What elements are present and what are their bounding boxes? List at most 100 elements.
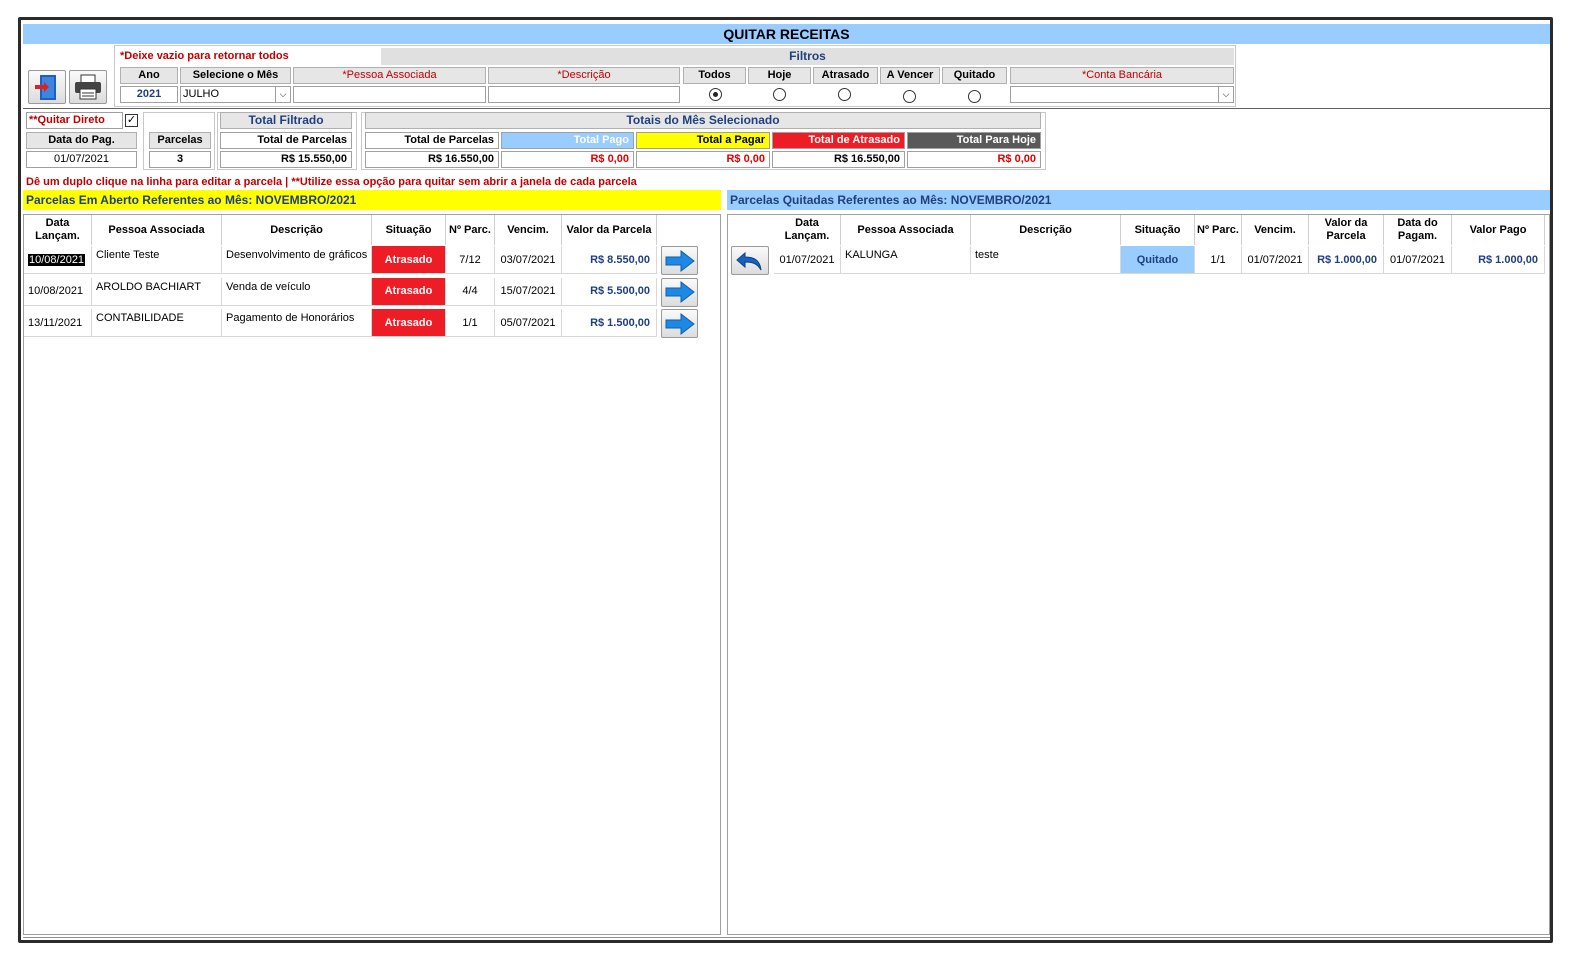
radio-atrasado[interactable]	[838, 88, 851, 101]
cell-valor_pago: R$ 1.000,00	[1452, 246, 1545, 274]
column-header[interactable]: Valor da Parcela	[562, 215, 657, 245]
column-header[interactable]: Data do Pagam.	[1384, 215, 1452, 245]
filters-group-label: Filtros	[381, 48, 1234, 65]
cell-descricao: teste	[971, 246, 1121, 274]
column-header[interactable]: Data Lançam.	[24, 215, 92, 245]
chevron-down-icon[interactable]: ⌵	[275, 87, 290, 102]
quitar-button[interactable]	[661, 277, 698, 307]
column-header[interactable]: Valor Pago	[1452, 215, 1545, 245]
radio-quitado[interactable]	[968, 90, 981, 103]
data-pag-field[interactable]: 01/07/2021	[26, 151, 137, 168]
cell-parc: 4/4	[446, 277, 495, 306]
estornar-button[interactable]	[731, 246, 769, 275]
cell-situacao: Atrasado	[372, 246, 446, 274]
divider	[23, 108, 1550, 109]
open-table: Data Lançam. Pessoa Associada Descrição Sit…	[23, 214, 721, 935]
conta-select[interactable]: ⌵	[1010, 86, 1234, 103]
cell-valor: R$ 1.500,00	[562, 309, 657, 337]
cell-vencim: 15/07/2021	[495, 277, 562, 306]
totais-mes-value: R$ 0,00	[907, 151, 1041, 168]
printer-icon	[75, 74, 101, 100]
cell-situacao: Quitado	[1121, 246, 1195, 274]
radio-label-atrasado: Atrasado	[813, 67, 878, 84]
cell-situacao: Atrasado	[372, 277, 446, 306]
totais-mes-title: Totais do Mês Selecionado	[365, 112, 1041, 129]
pessoa-field[interactable]	[293, 86, 486, 103]
cell-valor: R$ 5.500,00	[562, 277, 657, 306]
column-header[interactable]: Vencim.	[495, 215, 562, 245]
totais-mes-value: R$ 0,00	[501, 151, 634, 168]
open-section-title: Parcelas Em Aberto Referentes ao Mês: NO…	[23, 190, 721, 210]
table-row[interactable]: 10/08/2021 AROLDO BACHIART Venda de veícul…	[24, 277, 698, 307]
cell-data: 01/07/2021	[774, 246, 841, 274]
cell-descricao: Pagamento de Honorários	[222, 309, 372, 337]
cell-data_pag: 01/07/2021	[1384, 246, 1452, 274]
radio-label-todos: Todos	[683, 67, 746, 84]
cell-parc: 7/12	[446, 246, 495, 274]
print-button[interactable]	[69, 70, 107, 104]
column-header[interactable]: Vencim.	[1242, 215, 1309, 245]
filters-hint: *Deixe vazio para retornar todos	[120, 50, 289, 62]
column-header[interactable]: Pessoa Associada	[841, 215, 971, 245]
totais-mes-label: Total Para Hoje	[907, 132, 1041, 149]
divider	[23, 937, 1550, 938]
column-header[interactable]: Nº Parc.	[446, 215, 495, 245]
undo-arrow-icon	[736, 251, 762, 270]
data-pag-label: Data do Pag.	[26, 132, 137, 149]
table-row[interactable]: 10/08/2021 Cliente Teste Desenvolvimento d…	[24, 246, 698, 275]
totais-mes-value: R$ 16.550,00	[365, 151, 499, 168]
totais-mes-label: Total de Parcelas	[365, 132, 499, 149]
cell-pessoa: KALUNGA	[841, 246, 971, 274]
cell-situacao: Atrasado	[372, 309, 446, 337]
table-row[interactable]: 01/07/2021 KALUNGA teste Quitado 1/1 01/07/20…	[728, 246, 1545, 275]
cell-vencim: 03/07/2021	[495, 246, 562, 274]
radio-label-quitado: Quitado	[942, 67, 1007, 84]
quitar-button[interactable]	[661, 246, 698, 275]
column-header[interactable]: Nº Parc.	[1195, 215, 1242, 245]
radio-a-vencer[interactable]	[903, 90, 916, 103]
chevron-down-icon[interactable]: ⌵	[1218, 87, 1233, 102]
parcelas-count: 3	[149, 151, 211, 168]
column-header[interactable]: Data Lançam.	[774, 215, 841, 245]
column-header[interactable]: Valor da Parcela	[1309, 215, 1384, 245]
cell-vencim: 01/07/2021	[1242, 246, 1309, 274]
instruction-text: Dê um duplo clique na linha para editar …	[26, 176, 637, 188]
column-header[interactable]: Situação	[372, 215, 446, 245]
cell-valor: R$ 1.000,00	[1309, 246, 1384, 274]
totais-mes-label: Total Pago	[501, 132, 634, 149]
cell-pessoa: AROLDO BACHIART	[92, 277, 222, 306]
cell-pessoa: CONTABILIDADE	[92, 309, 222, 337]
arrow-right-icon	[665, 280, 695, 304]
exit-button[interactable]	[28, 70, 66, 104]
totais-mes-label: Total a Pagar	[636, 132, 770, 149]
selected-cell-text: 10/08/2021	[28, 253, 86, 266]
radio-label-a-vencer: A Vencer	[880, 67, 940, 84]
mes-select[interactable]: JULHO ⌵	[180, 86, 291, 103]
descricao-label: *Descrição	[488, 67, 680, 84]
cell-descricao: Venda de veículo	[222, 277, 372, 306]
quitar-direto-label: **Quitar Direto	[26, 112, 123, 129]
arrow-right-icon	[665, 249, 695, 272]
totais-mes-value: R$ 0,00	[636, 151, 770, 168]
parcelas-label: Parcelas	[149, 132, 211, 149]
main-window: QUITAR RECEITAS *Deixe vazio para retorn…	[18, 17, 1553, 943]
column-header[interactable]: Situação	[1121, 215, 1195, 245]
radio-todos[interactable]	[709, 88, 722, 101]
radio-hoje[interactable]	[773, 88, 786, 101]
ano-field[interactable]: 2021	[120, 86, 178, 103]
cell-descricao: Desenvolvimento de gráficos	[222, 246, 372, 274]
conta-label: *Conta Bancária	[1010, 67, 1234, 84]
paid-table: Data Lançam. Pessoa Associada Descrição Sit…	[727, 214, 1550, 935]
mes-label: Selecione o Mês	[180, 67, 291, 84]
quitar-button[interactable]	[661, 309, 698, 338]
cell-parc: 1/1	[1195, 246, 1242, 274]
quitar-direto-checkbox[interactable]: ✓	[125, 114, 138, 127]
mes-select-value: JULHO	[183, 88, 220, 100]
column-header[interactable]: Descrição	[971, 215, 1121, 245]
descricao-field[interactable]	[488, 86, 680, 103]
column-header[interactable]: Pessoa Associada	[92, 215, 222, 245]
column-header[interactable]: Descrição	[222, 215, 372, 245]
cell-valor: R$ 8.550,00	[562, 246, 657, 274]
cell-pessoa: Cliente Teste	[92, 246, 222, 274]
table-row[interactable]: 13/11/2021 CONTABILIDADE Pagamento de Hono…	[24, 309, 698, 338]
